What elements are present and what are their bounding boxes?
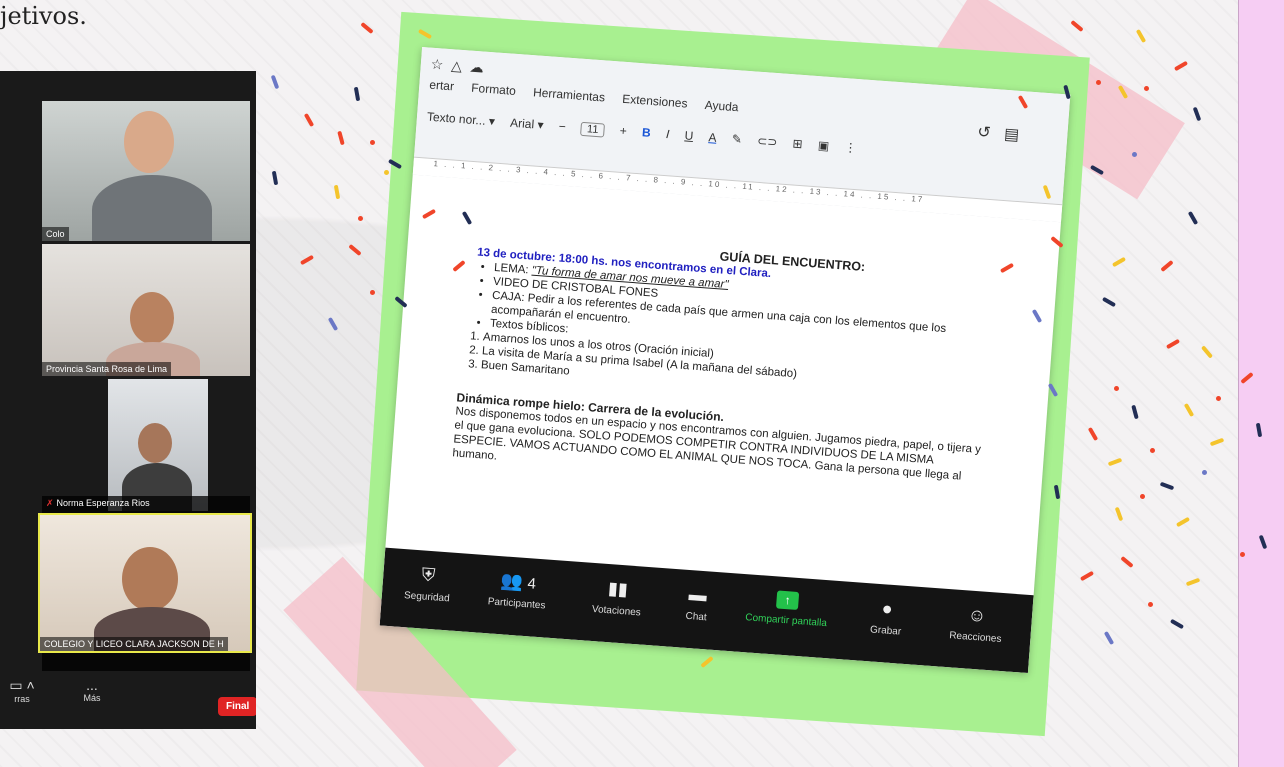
history-icon[interactable]: ↺ xyxy=(977,124,992,142)
bold-button[interactable]: B xyxy=(642,125,652,140)
drive-icon[interactable]: △ xyxy=(451,57,463,74)
participant-face xyxy=(122,547,178,611)
participant-face xyxy=(124,111,174,173)
reactions-button[interactable]: ☺ Reacciones xyxy=(930,602,1023,646)
participants-icon: 👥 4 xyxy=(499,570,537,593)
document-body: GUÍA DEL ENCUENTRO: 13 de octubre: 18:00… xyxy=(452,231,997,499)
record-icon: ● xyxy=(881,598,894,619)
participant-name: Colo xyxy=(42,227,69,241)
menu-help[interactable]: Ayuda xyxy=(704,98,739,114)
end-meeting-button[interactable]: Final xyxy=(218,697,256,716)
ruler: 1 . . 1 . . 2 . . 3 . . 4 . . 5 . . 6 . … xyxy=(412,156,1063,223)
link-icon[interactable]: ⊂⊃ xyxy=(757,134,778,149)
reactions-label: Reacciones xyxy=(948,630,1002,645)
polls-label: Votaciones xyxy=(591,603,642,619)
text-color-button[interactable]: A xyxy=(708,130,717,145)
camera-button[interactable]: ▭ ˄ rras xyxy=(2,677,42,704)
menu-insert[interactable]: ertar xyxy=(429,78,455,94)
zoom-video-strip: Colo Provincia Santa Rosa de Lima ✗ Norma… xyxy=(0,71,256,729)
underline-button[interactable]: U xyxy=(684,128,694,143)
docs-top-icons: ☆ △ ☁ xyxy=(430,56,484,77)
security-label: Seguridad xyxy=(403,590,450,605)
video-tile-colegio[interactable]: COLEGIO Y LICEO CLARA JACKSON DE H xyxy=(38,513,252,653)
participant-name: Provincia Santa Rosa de Lima xyxy=(42,362,172,376)
video-tile-provincia[interactable]: Provincia Santa Rosa de Lima xyxy=(42,244,250,376)
comments-icon[interactable]: ▤ xyxy=(1003,126,1019,144)
participants-button[interactable]: 👥 4 Participantes xyxy=(471,568,564,612)
share-screen-label: Compartir pantalla xyxy=(744,612,828,630)
docs-right-icons: ↺ ▤ xyxy=(977,122,1020,145)
participant-name: COLEGIO Y LICEO CLARA JACKSON DE H xyxy=(40,637,228,651)
more-button[interactable]: ... Más xyxy=(74,677,110,703)
participant-face xyxy=(138,423,172,463)
reactions-icon: ☺ xyxy=(967,604,987,626)
side-strip xyxy=(1238,0,1284,767)
docs-format-toolbar: Texto nor... ▾ Arial ▾ − 11 + B I U A ✎ … xyxy=(426,110,869,157)
style-value: Texto nor... xyxy=(426,109,487,128)
font-select[interactable]: Arial ▾ xyxy=(510,116,544,132)
more-label: Más xyxy=(83,693,101,703)
shield-icon: ⛨ xyxy=(421,564,436,586)
participant-name: Norma Esperanza Rios xyxy=(56,498,150,508)
star-icon[interactable]: ☆ xyxy=(430,56,444,73)
font-size-input[interactable]: 11 xyxy=(580,121,605,138)
image-icon[interactable]: ▣ xyxy=(817,138,829,153)
font-value: Arial xyxy=(509,115,535,132)
participants-count: 4 xyxy=(526,575,537,593)
camera-icon: ▭ ˄ xyxy=(9,677,35,693)
more-options-icon[interactable]: ⋮ xyxy=(844,140,857,155)
video-tile-norma[interactable] xyxy=(108,379,208,511)
more-icon: ... xyxy=(86,677,98,693)
caja-label: CAJA: xyxy=(491,289,529,305)
record-button[interactable]: ● Grabar xyxy=(840,595,933,639)
shared-screen-screenshot: ☆ △ ☁ ertar Formato Herramientas Extensi… xyxy=(379,46,1071,674)
italic-button[interactable]: I xyxy=(666,127,670,141)
polls-button[interactable]: ▮▮ Votaciones xyxy=(571,576,664,620)
docs-menu-bar: ertar Formato Herramientas Extensiones A… xyxy=(429,78,753,116)
record-label: Grabar xyxy=(869,624,902,638)
share-screen-icon: ↑ xyxy=(775,590,800,611)
font-size-decrease[interactable]: − xyxy=(558,119,566,133)
menu-format[interactable]: Formato xyxy=(471,81,517,98)
chat-label: Chat xyxy=(685,610,708,624)
video-tile-colo[interactable]: Colo xyxy=(42,101,250,241)
mic-muted-icon: ✗ xyxy=(46,498,54,508)
menu-extensions[interactable]: Extensiones xyxy=(622,92,688,111)
chat-icon: ▬ xyxy=(688,584,708,606)
participant-face xyxy=(130,292,174,344)
font-size-increase[interactable]: + xyxy=(619,124,627,138)
security-button[interactable]: ⛨ Seguridad xyxy=(382,562,475,606)
style-select[interactable]: Texto nor... ▾ xyxy=(427,110,496,129)
chat-button[interactable]: ▬ Chat xyxy=(651,581,744,625)
heading-fragment: jetivos. xyxy=(0,2,87,30)
comment-icon[interactable]: ⊞ xyxy=(792,136,803,151)
polls-icon: ▮▮ xyxy=(607,578,629,600)
participants-label: Participantes xyxy=(487,596,546,612)
menu-tools[interactable]: Herramientas xyxy=(533,85,606,104)
participant-body xyxy=(92,175,212,241)
zoom-bottom-toolbar: ▭ ˄ rras ... Más Final xyxy=(0,671,256,729)
camera-label: rras xyxy=(14,694,30,704)
highlight-icon[interactable]: ✎ xyxy=(731,132,742,147)
cloud-icon[interactable]: ☁ xyxy=(469,59,484,76)
share-screen-button[interactable]: ↑ Compartir pantalla xyxy=(731,587,843,630)
